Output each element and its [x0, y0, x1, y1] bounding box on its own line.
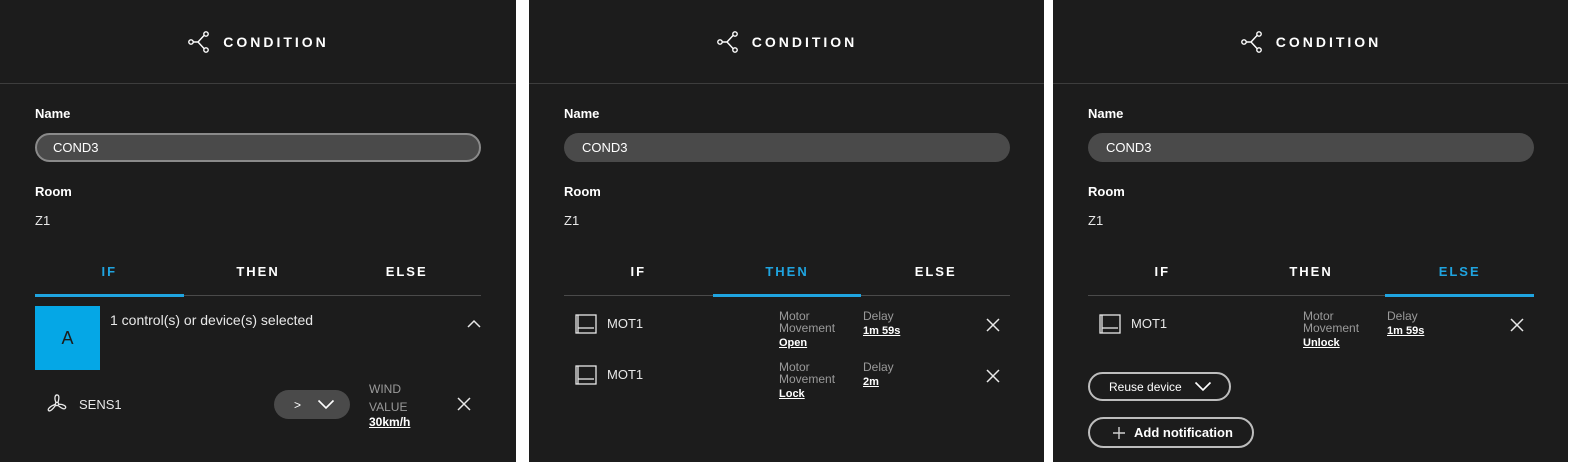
chevron-up-icon[interactable] [466, 318, 482, 330]
group-selection-text: 1 control(s) or device(s) selected [110, 312, 314, 328]
condition-icon [716, 30, 738, 53]
name-label: Name [564, 106, 600, 121]
sensor-name: SENS1 [79, 397, 122, 412]
reuse-device-label: Reuse device [1109, 379, 1182, 394]
add-notification-button[interactable]: Add notification [1088, 417, 1254, 448]
sensor-type-label-line2: VALUE [369, 400, 408, 414]
reuse-device-button[interactable]: Reuse device [1088, 372, 1231, 401]
sensor-threshold-value[interactable]: 30km/h [369, 415, 410, 429]
tab-else[interactable]: ELSE [861, 257, 1010, 295]
motor-movement-label: Motor Movement [779, 361, 835, 385]
tab-if[interactable]: IF [1088, 257, 1237, 295]
tab-then[interactable]: THEN [184, 257, 333, 295]
room-value: Z1 [1088, 213, 1104, 228]
panel-title: CONDITION [751, 33, 858, 50]
motor-movement-label: Motor Movement [1303, 310, 1359, 334]
room-label: Room [1088, 184, 1125, 199]
chevron-down-icon [317, 399, 335, 410]
remove-action-close-icon[interactable] [986, 369, 1000, 383]
tab-else[interactable]: ELSE [1385, 257, 1534, 297]
tab-if[interactable]: IF [564, 257, 713, 295]
name-input[interactable]: COND3 [35, 133, 481, 162]
tab-else[interactable]: ELSE [332, 257, 481, 295]
blind-icon [1099, 314, 1121, 334]
tab-if[interactable]: IF [35, 257, 184, 297]
panel-title: CONDITION [223, 33, 329, 50]
motor-label-line2: Movement [779, 321, 836, 335]
group-tile[interactable]: A [35, 306, 100, 370]
condition-tabs: IF THEN ELSE [1088, 257, 1534, 297]
movement-value[interactable]: Open [779, 337, 807, 349]
movement-value[interactable]: Unlock [1303, 337, 1340, 349]
motor-movement-label: Motor Movement [779, 310, 835, 334]
panel-header: CONDITION [0, 0, 516, 84]
sensor-type-label-line1: WIND [369, 382, 401, 396]
remove-action-close-icon[interactable] [986, 318, 1000, 332]
chevron-down-icon [1194, 381, 1211, 392]
sensor-type-label: WIND VALUE [369, 380, 407, 416]
add-notification-label: Add notification [1134, 425, 1233, 440]
plus-icon [1113, 426, 1125, 439]
remove-action-close-icon[interactable] [1510, 318, 1524, 332]
panel-header: CONDITION [1053, 0, 1568, 84]
movement-value[interactable]: Lock [779, 388, 805, 400]
delay-label: Delay [863, 309, 894, 323]
name-label: Name [35, 106, 71, 121]
operator-value: > [294, 397, 302, 412]
condition-icon [188, 30, 210, 53]
name-input[interactable]: COND3 [1088, 133, 1534, 162]
motor-label-line2: Movement [779, 372, 836, 386]
operator-select[interactable]: > [274, 390, 350, 419]
condition-panel-if: CONDITION Name COND3 Room Z1 IF THEN ELS… [0, 0, 516, 462]
name-label: Name [1088, 106, 1124, 121]
action-device-name: MOT1 [607, 316, 644, 331]
action-device-name: MOT1 [607, 367, 644, 382]
delay-value[interactable]: 1m 59s [1387, 325, 1424, 337]
delay-value[interactable]: 2m [863, 376, 879, 388]
remove-sensor-close-icon[interactable] [457, 397, 471, 411]
panel-header: CONDITION [529, 0, 1044, 84]
delay-label: Delay [1387, 309, 1418, 323]
condition-panel-then: CONDITION Name COND3 Room Z1 IF THEN ELS… [529, 0, 1044, 462]
motor-label-line2: Movement [1303, 321, 1360, 335]
condition-panel-else: CONDITION Name COND3 Room Z1 IF THEN ELS… [1053, 0, 1568, 462]
fan-icon [47, 394, 67, 412]
room-value: Z1 [35, 213, 51, 228]
room-value: Z1 [564, 213, 580, 228]
condition-tabs: IF THEN ELSE [564, 257, 1010, 297]
condition-icon [1240, 30, 1262, 53]
condition-tabs: IF THEN ELSE [35, 257, 481, 297]
room-label: Room [564, 184, 601, 199]
room-label: Room [35, 184, 72, 199]
action-device-name: MOT1 [1131, 316, 1168, 331]
delay-label: Delay [863, 360, 894, 374]
delay-value[interactable]: 1m 59s [863, 325, 900, 337]
panel-title: CONDITION [1275, 33, 1382, 50]
tab-then[interactable]: THEN [712, 257, 862, 297]
blind-icon [575, 365, 597, 385]
blind-icon [575, 314, 597, 334]
tab-then[interactable]: THEN [1237, 257, 1386, 295]
name-input[interactable]: COND3 [564, 133, 1010, 162]
